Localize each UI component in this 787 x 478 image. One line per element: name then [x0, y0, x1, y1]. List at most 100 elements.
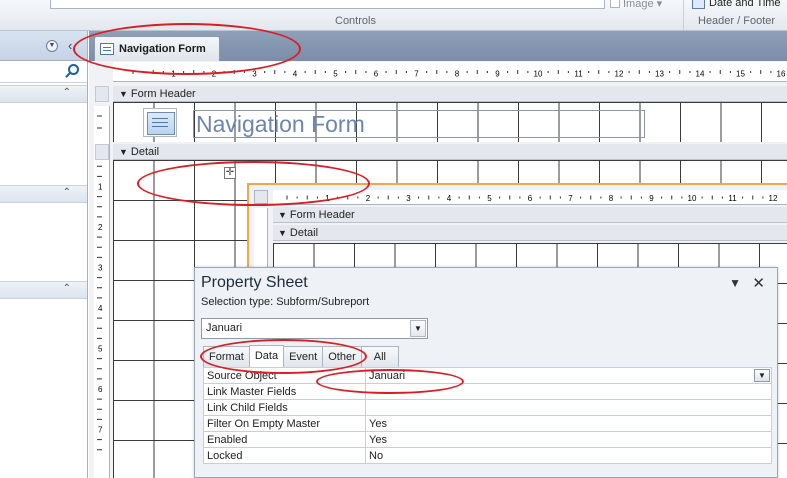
object-selector-value: Januari [206, 322, 243, 334]
vertical-ruler[interactable]: 1 2 3 4 5 6 7 [94, 106, 110, 478]
ruler-tick-label: 3 [252, 69, 257, 78]
chevron-down-icon[interactable]: ▼ [410, 320, 426, 337]
ruler-tick-label: 4 [447, 194, 452, 203]
nav-group-header[interactable]: ⌃ [0, 85, 87, 103]
property-value: Januari [369, 369, 406, 382]
nav-group-header[interactable]: ⌃ [0, 185, 87, 203]
search-icon[interactable] [68, 64, 79, 75]
form-header-section[interactable]: Navigation Form [113, 102, 787, 142]
form-title-label[interactable]: Navigation Form [193, 110, 645, 138]
ruler-tick-label: 11 [728, 194, 737, 203]
property-name: Locked [203, 447, 366, 464]
property-name: Filter On Empty Master [203, 415, 366, 432]
property-sheet-title: Property Sheet [201, 274, 308, 291]
tab-data[interactable]: Data [248, 345, 285, 367]
subform-form-header-bar[interactable]: ▼ Form Header [273, 207, 787, 223]
move-handle-icon[interactable]: ✛ [224, 167, 236, 179]
collapse-chevron-icon[interactable]: ⌃ [63, 283, 71, 294]
ruler-tick-label: 2 [212, 69, 217, 78]
property-row[interactable]: Source Object Januari ▼ [203, 367, 772, 384]
date-and-time-button[interactable]: Date and Time [692, 0, 781, 9]
ruler-tick-label: 8 [609, 194, 614, 203]
ribbon-control-gallery[interactable] [50, 0, 605, 9]
subform-detail-bar[interactable]: ▼ Detail [273, 225, 787, 241]
section-selector[interactable] [95, 144, 109, 160]
dropdown-triangle-icon[interactable]: ▼ [729, 276, 741, 290]
property-name: Link Child Fields [203, 399, 366, 416]
ruler-tick-label: 7 [414, 69, 419, 78]
ruler-tick-label: 7 [568, 194, 573, 203]
image-label: Image ▾ [623, 0, 663, 10]
ruler-tick-label: 5 [487, 194, 492, 203]
form-logo-icon[interactable] [143, 108, 177, 137]
property-row[interactable]: Link Child Fields [203, 399, 772, 416]
chevron-down-icon[interactable]: ▼ [754, 369, 770, 382]
subform-detail-label: Detail [289, 227, 319, 239]
property-value[interactable]: Yes [365, 415, 772, 432]
property-row[interactable]: Locked No [203, 447, 772, 464]
section-collapse-icon: ▼ [119, 147, 128, 157]
nav-group-header[interactable]: ⌃ [0, 281, 87, 299]
property-name: Source Object [203, 367, 366, 384]
tab-label: Navigation Form [119, 43, 206, 55]
property-value[interactable]: No [365, 447, 772, 464]
ruler-tick-label: 8 [455, 69, 460, 78]
ruler-tick-label: 10 [534, 69, 543, 78]
ribbon-group-controls: Controls [335, 15, 376, 27]
ruler-tick-label: 15 [736, 69, 745, 78]
ruler-tick-label: 6 [98, 385, 103, 394]
property-row[interactable]: Link Master Fields [203, 383, 772, 400]
object-selector-combo[interactable]: Januari ▼ [201, 318, 428, 339]
nav-pane-header: ▼ ‹ [0, 31, 87, 61]
property-name: Link Master Fields [203, 383, 366, 400]
tab-format[interactable]: Format [203, 346, 250, 367]
property-value[interactable] [365, 383, 772, 400]
tab-event[interactable]: Event [283, 346, 324, 367]
image-button[interactable]: Image ▾ [610, 0, 663, 10]
form-icon [100, 43, 114, 55]
form-header-label: Form Header [130, 88, 196, 100]
subform-form-header-label: Form Header [289, 209, 355, 221]
detail-bar[interactable]: ▼ Detail [113, 144, 787, 160]
property-row[interactable]: Enabled Yes [203, 431, 772, 448]
ruler-tick-label: 4 [98, 304, 103, 313]
nav-search-box[interactable] [0, 61, 87, 83]
form-header-bar[interactable]: ▼ Form Header [113, 86, 787, 102]
ruler-tick-label: 2 [366, 194, 371, 203]
collapse-chevron-icon[interactable]: ⌃ [63, 187, 71, 198]
property-grid: Source Object Januari ▼ Link Master Field… [203, 367, 772, 464]
section-selector[interactable] [95, 86, 109, 102]
ruler-tick-label: 13 [655, 69, 664, 78]
image-icon [610, 0, 620, 8]
subform-ruler: 1 2 3 4 5 6 7 8 9 10 11 12 [273, 190, 787, 205]
document-tab-bar: Navigation Form [89, 31, 787, 61]
ruler-tick-label: 9 [649, 194, 654, 203]
source-object-field[interactable]: Januari ▼ [365, 367, 772, 384]
horizontal-ruler[interactable]: 1 2 3 4 5 6 7 8 9 10 11 12 13 14 15 16 [113, 62, 787, 82]
tab-all[interactable]: All [360, 346, 399, 367]
ruler-tick-label: 14 [696, 69, 705, 78]
property-value[interactable]: Yes [365, 431, 772, 448]
property-name: Enabled [203, 431, 366, 448]
ruler-tick-label: 16 [777, 69, 786, 78]
section-collapse-icon: ▼ [278, 228, 287, 238]
property-value[interactable] [365, 399, 772, 416]
property-sheet: Property Sheet ▼ ✕ Selection type: Subfo… [194, 267, 778, 478]
ruler-tick-label: 2 [98, 223, 103, 232]
ruler-tick-label: 5 [98, 345, 103, 354]
ruler-tick-label: 1 [325, 194, 330, 203]
tab-other[interactable]: Other [322, 346, 362, 367]
property-row[interactable]: Filter On Empty Master Yes [203, 415, 772, 432]
subform-selector[interactable] [254, 190, 268, 204]
date-and-time-label: Date and Time [709, 0, 781, 9]
navigation-pane: ▼ ‹ ⌃ ⌃ ⌃ [0, 31, 88, 478]
double-chevron-left-icon[interactable]: ‹ [68, 38, 72, 53]
collapse-chevron-icon[interactable]: ⌃ [63, 87, 71, 98]
tab-navigation-form[interactable]: Navigation Form [94, 36, 220, 61]
ruler-tick-label: 4 [293, 69, 298, 78]
chevron-down-circle-icon[interactable]: ▼ [46, 40, 58, 52]
ruler-tick-label: 3 [406, 194, 411, 203]
close-icon[interactable]: ✕ [752, 274, 765, 292]
ruler-tick-label: 12 [615, 69, 624, 78]
property-tabs: Format Data Event Other All [203, 345, 399, 367]
